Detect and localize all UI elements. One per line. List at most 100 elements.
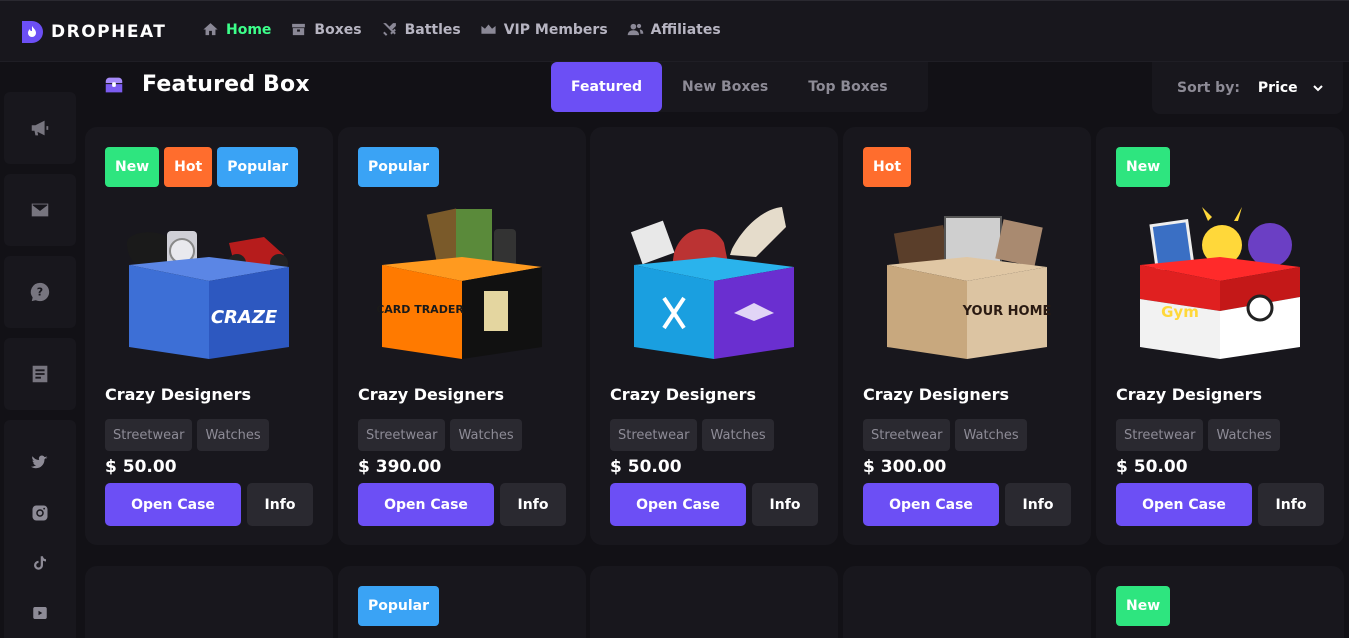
tag-group: Streetwear Watches (1116, 419, 1280, 451)
info-button[interactable]: Info (1005, 483, 1071, 526)
swords-icon (382, 23, 396, 36)
document-icon (32, 365, 48, 383)
tag-watches[interactable]: Watches (1208, 419, 1280, 451)
tag-streetwear[interactable]: Streetwear (358, 419, 446, 451)
open-case-button[interactable]: Open Case (610, 483, 746, 526)
tag-watches[interactable]: Watches (197, 419, 269, 451)
badge-group: New (1116, 147, 1171, 187)
main-nav: Home Boxes Battles VIP Members Affiliate… (202, 21, 740, 38)
twitter-link[interactable] (31, 454, 49, 472)
crown-icon (481, 24, 496, 34)
boxes-icon (292, 23, 306, 36)
top-navigation-bar: DROPHEAT Home Boxes Battles VIP Members … (0, 0, 1349, 62)
open-case-button[interactable]: Open Case (358, 483, 494, 526)
youtube-icon (33, 607, 47, 619)
badge-popular: Popular (217, 147, 299, 187)
nav-item-label: Home (226, 21, 272, 38)
tag-group: Streetwear Watches (105, 419, 269, 451)
nav-item-label: Affiliates (650, 21, 721, 38)
tab-featured[interactable]: Featured (551, 62, 663, 112)
sidebar-announcements-button[interactable] (4, 92, 76, 164)
help-icon: ? (30, 282, 50, 302)
mail-icon (31, 203, 49, 217)
tag-watches[interactable]: Watches (955, 419, 1027, 451)
box-logo-text: CRAZE (211, 307, 278, 328)
open-case-button[interactable]: Open Case (1116, 483, 1252, 526)
nav-item-vip-members[interactable]: VIP Members (480, 21, 608, 38)
tag-streetwear[interactable]: Streetwear (610, 419, 698, 451)
youtube-link[interactable] (31, 604, 49, 622)
nav-item-label: Battles (404, 21, 461, 38)
left-sidebar: ? (4, 92, 76, 420)
treasure-chest-icon (102, 73, 126, 97)
badge-new: New (105, 147, 160, 187)
box-name: Crazy Designers (1116, 385, 1262, 404)
tab-top-boxes[interactable]: Top Boxes (788, 62, 907, 112)
box-image: CRAZE (127, 231, 289, 359)
box-name: Crazy Designers (358, 385, 504, 404)
social-links-panel (4, 420, 76, 638)
box-card[interactable]: Crazy Designers Streetwear Watches $ 50.… (590, 127, 838, 545)
tag-watches[interactable]: Watches (450, 419, 522, 451)
box-card[interactable] (85, 566, 333, 638)
tag-group: Streetwear Watches (358, 419, 522, 451)
nav-item-home[interactable]: Home (202, 21, 271, 38)
sort-label: Sort by: (1177, 80, 1240, 96)
box-logo-text: YOUR HOME (962, 304, 1052, 319)
box-logo-text: CARD TRADER (376, 303, 464, 316)
nav-item-battles[interactable]: Battles (381, 21, 461, 38)
tag-streetwear[interactable]: Streetwear (1116, 419, 1204, 451)
badge-popular: Popular (358, 147, 440, 187)
tag-group: Streetwear Watches (863, 419, 1027, 451)
open-case-button[interactable]: Open Case (863, 483, 999, 526)
info-button[interactable]: Info (500, 483, 566, 526)
info-button[interactable]: Info (1258, 483, 1324, 526)
tag-streetwear[interactable]: Streetwear (863, 419, 951, 451)
svg-text:?: ? (37, 286, 43, 299)
box-card[interactable]: Popular CARD TRADER Crazy Designers Stre… (338, 127, 586, 545)
tiktok-icon (34, 556, 46, 570)
nav-item-label: VIP Members (503, 21, 608, 38)
info-button[interactable]: Info (752, 483, 818, 526)
badge-hot: Hot (863, 147, 912, 187)
dropheat-logo-icon (22, 21, 43, 43)
box-price: $ 50.00 (610, 457, 682, 477)
home-icon (203, 23, 218, 36)
sidebar-document-button[interactable] (4, 338, 76, 410)
sidebar-help-button[interactable]: ? (4, 256, 76, 328)
box-price: $ 300.00 (863, 457, 947, 477)
users-icon (627, 23, 643, 36)
badge-popular: Popular (358, 586, 440, 626)
tag-watches[interactable]: Watches (702, 419, 774, 451)
chevron-down-icon (1312, 85, 1323, 92)
sort-dropdown[interactable]: Sort by: Price (1152, 62, 1343, 114)
tab-new-boxes[interactable]: New Boxes (662, 62, 788, 112)
brand-name: DROPHEAT (51, 22, 167, 42)
badge-new: New (1116, 147, 1171, 187)
nav-item-label: Boxes (314, 21, 362, 38)
sort-value: Price (1258, 80, 1324, 96)
box-card[interactable]: New Gym Crazy Designers Streetwear Watch… (1096, 127, 1344, 545)
box-card[interactable]: New (1096, 566, 1344, 638)
instagram-link[interactable] (31, 504, 49, 522)
sidebar-mail-button[interactable] (4, 174, 76, 246)
box-name: Crazy Designers (105, 385, 251, 404)
open-case-button[interactable]: Open Case (105, 483, 241, 526)
box-card[interactable] (590, 566, 838, 638)
nav-item-boxes[interactable]: Boxes (290, 21, 362, 38)
info-button[interactable]: Info (247, 483, 313, 526)
tag-streetwear[interactable]: Streetwear (105, 419, 193, 451)
box-price: $ 50.00 (105, 457, 177, 477)
box-image: YOUR HOME (887, 216, 1052, 359)
badge-new: New (1116, 586, 1171, 626)
box-card[interactable]: New Hot Popular CRAZE Crazy Designers St… (85, 127, 333, 545)
box-card[interactable]: Popular (338, 566, 586, 638)
tiktok-link[interactable] (31, 554, 49, 572)
box-filter-tabs: Featured New Boxes Top Boxes (551, 62, 928, 112)
box-card[interactable] (843, 566, 1091, 638)
box-logo-text: Gym (1161, 303, 1199, 321)
box-card[interactable]: Hot YOUR HOME Crazy Designers Streetwear… (843, 127, 1091, 545)
nav-item-affiliates[interactable]: Affiliates (627, 21, 721, 38)
brand-logo[interactable]: DROPHEAT (19, 19, 166, 45)
section-header: Featured Box (102, 72, 310, 97)
